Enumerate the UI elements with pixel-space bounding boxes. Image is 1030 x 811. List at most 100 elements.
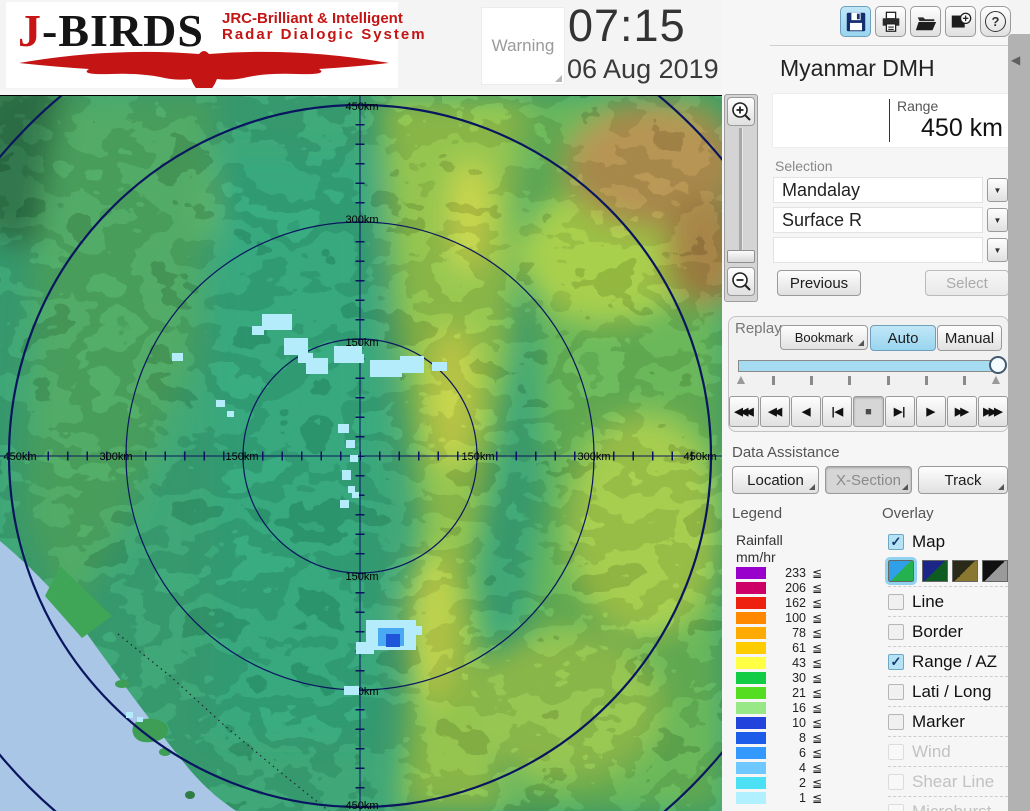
lte-symbol: ≦ bbox=[811, 776, 822, 791]
legend-row: 2 ≦ bbox=[736, 776, 824, 791]
overlay-item-microburst: Microburst bbox=[888, 796, 1008, 811]
fast-forward-3-button[interactable]: ▶▶▶ bbox=[977, 396, 1008, 427]
overlay-item-wind: Wind bbox=[888, 736, 1008, 766]
resize-grip-icon[interactable] bbox=[555, 75, 562, 82]
zoom-out-button[interactable] bbox=[727, 267, 755, 296]
xsection-label: X-Section bbox=[835, 471, 902, 489]
checkbox-icon[interactable] bbox=[888, 713, 904, 730]
legend-swatch bbox=[736, 792, 766, 805]
product-dropdown-arrow[interactable]: ▼ bbox=[987, 208, 1008, 232]
legend-row: 8 ≦ bbox=[736, 731, 824, 746]
product-dropdown[interactable]: Surface R bbox=[773, 207, 983, 233]
fast-rewind-2-button[interactable]: ◀◀ bbox=[760, 396, 791, 427]
jbirds-logo: J-BIRDS JRC-Brilliant & Intelligent Rada… bbox=[6, 2, 425, 88]
overlay-item-border[interactable]: Border bbox=[888, 616, 1008, 646]
help-button[interactable]: ? bbox=[980, 6, 1011, 37]
overlay-item-map[interactable]: ✓ Map bbox=[888, 527, 1008, 556]
zoom-slider-track[interactable] bbox=[739, 128, 743, 258]
auto-button[interactable]: Auto bbox=[870, 325, 936, 351]
radar-map[interactable]: 450km 300km 150km 150km 300km 450km 450k… bbox=[0, 0, 829, 811]
extra-dropdown[interactable] bbox=[773, 237, 983, 263]
slider-tick bbox=[887, 376, 890, 385]
panel-collapse-strip[interactable] bbox=[1008, 34, 1030, 811]
map-style-swatch-3[interactable] bbox=[952, 560, 978, 582]
menu-corner-icon bbox=[902, 484, 908, 490]
extra-dropdown-arrow[interactable]: ▼ bbox=[987, 238, 1008, 262]
svg-text:450km: 450km bbox=[683, 451, 716, 463]
bookmark-button[interactable]: Bookmark bbox=[780, 325, 868, 350]
legend-value: 61 bbox=[792, 640, 806, 655]
legend-row: 1 ≦ bbox=[736, 791, 824, 806]
xsection-button[interactable]: X-Section bbox=[825, 466, 912, 494]
overlay-item-marker[interactable]: Marker bbox=[888, 706, 1008, 736]
legend-row: 162 ≦ bbox=[736, 595, 824, 610]
checkbox-checked-icon[interactable]: ✓ bbox=[888, 533, 904, 550]
fast-rewind-3-button[interactable]: ◀◀◀ bbox=[729, 396, 760, 427]
legend-row: 43 ≦ bbox=[736, 655, 824, 670]
capture-add-button[interactable] bbox=[945, 6, 976, 37]
logo-tagline-1: JRC-Brilliant & Intelligent bbox=[222, 10, 403, 27]
legend-swatch bbox=[736, 701, 766, 714]
print-button[interactable] bbox=[875, 6, 906, 37]
jbirds-app: J-BIRDS JRC-Brilliant & Intelligent Rada… bbox=[0, 0, 1030, 811]
manual-button[interactable]: Manual bbox=[937, 325, 1002, 351]
overlay-item-lati-long[interactable]: Lati / Long bbox=[888, 676, 1008, 706]
legend-swatch bbox=[736, 656, 766, 669]
track-button[interactable]: Track bbox=[918, 466, 1008, 494]
zoom-in-icon bbox=[732, 101, 751, 121]
save-button[interactable] bbox=[840, 6, 871, 37]
zoom-slider-handle[interactable] bbox=[727, 250, 755, 263]
range-start-marker-icon[interactable]: ▲ bbox=[734, 371, 748, 387]
open-folder-button[interactable] bbox=[910, 6, 941, 37]
legend-swatch bbox=[736, 671, 766, 684]
overlay-item-line[interactable]: Line bbox=[888, 586, 1008, 616]
map-style-swatch-2[interactable] bbox=[922, 560, 948, 582]
lte-symbol: ≦ bbox=[811, 685, 822, 700]
legend-value: 21 bbox=[792, 685, 806, 700]
slider-tick bbox=[848, 376, 851, 385]
overlay-item-label: Range / AZ bbox=[912, 651, 998, 671]
data-assistance-label: Data Assistance bbox=[732, 444, 840, 461]
checkbox-checked-icon[interactable]: ✓ bbox=[888, 653, 904, 670]
site-dropdown[interactable]: Mandalay bbox=[773, 177, 983, 203]
legend-swatch bbox=[736, 596, 766, 609]
logo-tagline: JRC-Brilliant & Intelligent Radar Dialog… bbox=[222, 11, 427, 43]
step-back-button[interactable]: |◀ bbox=[822, 396, 853, 427]
lte-symbol: ≦ bbox=[811, 731, 822, 746]
range-end-marker-icon[interactable]: ▲ bbox=[989, 371, 1003, 387]
checkbox-icon[interactable] bbox=[888, 623, 904, 640]
menu-corner-icon bbox=[858, 340, 864, 346]
legend-value: 100 bbox=[785, 610, 806, 625]
location-button[interactable]: Location bbox=[732, 466, 819, 494]
warning-panel[interactable]: Warning bbox=[481, 7, 565, 85]
track-label: Track bbox=[944, 471, 982, 489]
play-reverse-button[interactable]: ◀ bbox=[791, 396, 822, 427]
play-button[interactable]: ▶ bbox=[915, 396, 946, 427]
legend-label: Legend bbox=[732, 505, 783, 522]
add-image-icon bbox=[951, 12, 971, 28]
checkbox-icon[interactable] bbox=[888, 683, 904, 700]
replay-slider-track[interactable] bbox=[738, 360, 998, 372]
overlay-panel: ✓ Map Line Border ✓ Range / AZ Lati / Long… bbox=[885, 527, 1008, 811]
site-dropdown-arrow[interactable]: ▼ bbox=[987, 178, 1008, 202]
menu-corner-icon bbox=[809, 484, 815, 490]
replay-label: Replay bbox=[735, 320, 782, 337]
fast-forward-2-button[interactable]: ▶▶ bbox=[946, 396, 977, 427]
step-forward-button[interactable]: ▶| bbox=[884, 396, 915, 427]
lte-symbol: ≦ bbox=[811, 761, 822, 776]
printer-icon bbox=[882, 11, 899, 32]
stop-button[interactable]: ■ bbox=[853, 396, 884, 427]
svg-text:450km: 450km bbox=[345, 800, 378, 811]
map-style-swatch-4[interactable] bbox=[982, 560, 1008, 582]
floppy-disk-icon bbox=[846, 12, 865, 31]
range-divider bbox=[889, 99, 890, 142]
range-label: Range bbox=[897, 98, 939, 114]
checkbox-icon[interactable] bbox=[888, 593, 904, 610]
map-style-swatch-1[interactable] bbox=[885, 557, 917, 585]
previous-button[interactable]: Previous bbox=[777, 270, 861, 296]
lte-symbol: ≦ bbox=[811, 580, 822, 595]
help-icon: ? bbox=[985, 11, 1006, 32]
collapse-left-icon[interactable]: ◀ bbox=[1011, 53, 1020, 67]
overlay-item-range-az[interactable]: ✓ Range / AZ bbox=[888, 646, 1008, 676]
zoom-in-button[interactable] bbox=[727, 97, 755, 126]
